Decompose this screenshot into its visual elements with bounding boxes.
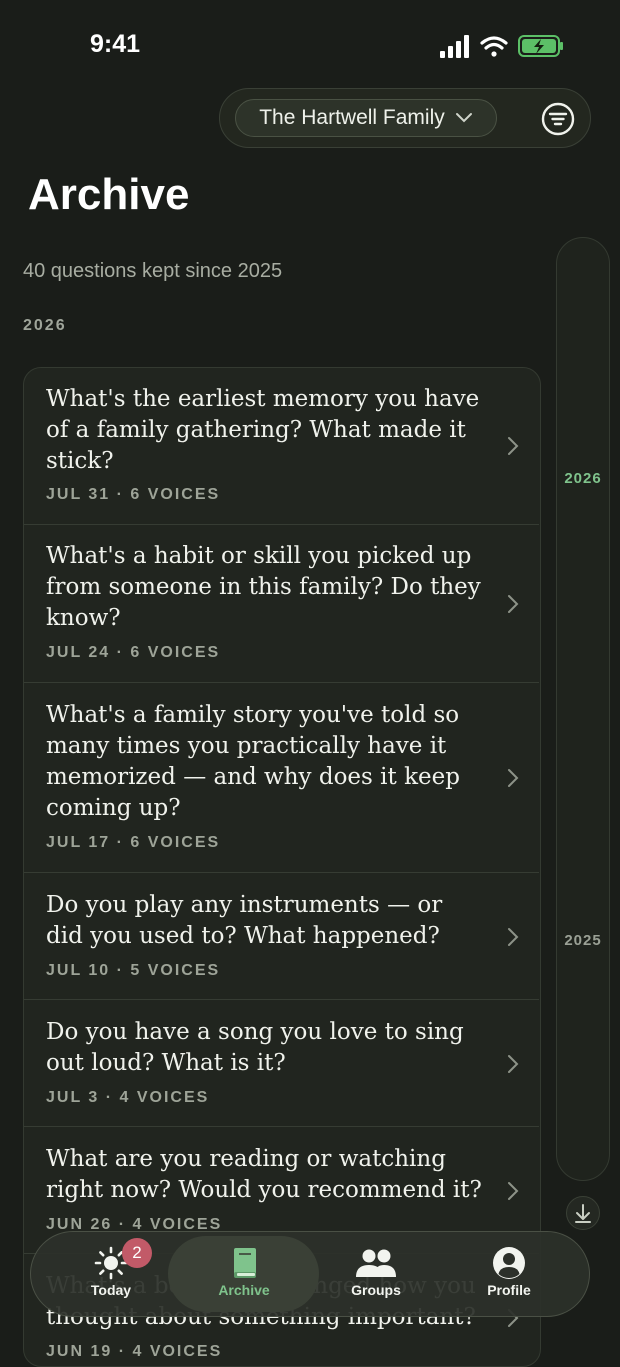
timeline-year-2025[interactable]: 2025	[556, 932, 610, 949]
chevron-right-icon	[508, 1182, 519, 1200]
question-row[interactable]: What's a family story you've told so man…	[24, 684, 539, 873]
tab-label: Today	[90, 1282, 132, 1298]
question-text: Do you play any instruments — or did you…	[46, 892, 443, 949]
year-timeline-scrubber[interactable]	[556, 237, 610, 1181]
tab-today[interactable]: Today	[46, 1240, 176, 1308]
question-row[interactable]: Do you play any instruments — or did you…	[24, 874, 539, 1000]
chevron-right-icon	[508, 769, 519, 787]
notification-badge: 2	[122, 1238, 152, 1268]
wifi-icon	[480, 36, 508, 57]
question-list: What's the earliest memory you have of a…	[23, 367, 541, 1367]
battery-icon	[518, 35, 563, 57]
question-meta: JUN 19 · 4 VOICES	[46, 1343, 223, 1360]
question-meta: JUL 31 · 6 VOICES	[46, 486, 221, 503]
group-selector-button[interactable]: The Hartwell Family	[235, 99, 497, 137]
people-icon	[356, 1249, 396, 1277]
question-text: What's a habit or skill you picked up fr…	[46, 543, 481, 631]
question-row[interactable]: What's the earliest memory you have of a…	[24, 368, 539, 525]
tab-archive[interactable]: Archive	[179, 1240, 309, 1308]
filter-icon[interactable]	[541, 102, 575, 136]
question-row[interactable]: Do you have a song you love to sing out …	[24, 1001, 539, 1127]
tab-groups[interactable]: Groups	[311, 1240, 441, 1308]
question-row[interactable]: What's a habit or skill you picked up fr…	[24, 525, 539, 683]
chevron-right-icon	[508, 437, 519, 455]
status-time: 9:41	[90, 30, 141, 58]
chevron-down-icon	[455, 113, 472, 123]
arrow-down-icon	[574, 1203, 591, 1223]
status-bar: 9:41	[0, 0, 620, 90]
signal-icon	[440, 35, 469, 58]
chevron-right-icon	[508, 595, 519, 613]
tab-label: Profile	[487, 1282, 531, 1298]
question-meta: JUL 17 · 6 VOICES	[46, 834, 221, 851]
tab-profile[interactable]: Profile	[444, 1240, 574, 1308]
page-subtitle: 40 questions kept since 2025	[23, 260, 283, 282]
group-name: The Hartwell Family	[259, 106, 445, 129]
person-circle-icon	[493, 1247, 525, 1279]
year-heading: 2026	[23, 317, 67, 334]
status-icons	[440, 35, 563, 58]
question-text: Do you have a song you love to sing out …	[46, 1019, 464, 1076]
question-text: What are you reading or watching right n…	[46, 1146, 482, 1203]
book-icon	[234, 1248, 256, 1278]
page-title: Archive	[28, 170, 190, 219]
chevron-right-icon	[508, 928, 519, 946]
question-text: What's the earliest memory you have of a…	[46, 386, 480, 474]
question-meta: JUL 3 · 4 VOICES	[46, 1089, 210, 1106]
question-text: What's a family story you've told so man…	[46, 702, 460, 821]
scroll-to-bottom-button[interactable]	[566, 1196, 600, 1230]
chevron-right-icon	[508, 1055, 519, 1073]
timeline-year-2026[interactable]: 2026	[556, 470, 610, 487]
question-meta: JUL 24 · 6 VOICES	[46, 644, 221, 661]
question-meta: JUL 10 · 5 VOICES	[46, 962, 221, 979]
tab-label: Groups	[351, 1282, 401, 1298]
tab-label: Archive	[218, 1282, 270, 1298]
